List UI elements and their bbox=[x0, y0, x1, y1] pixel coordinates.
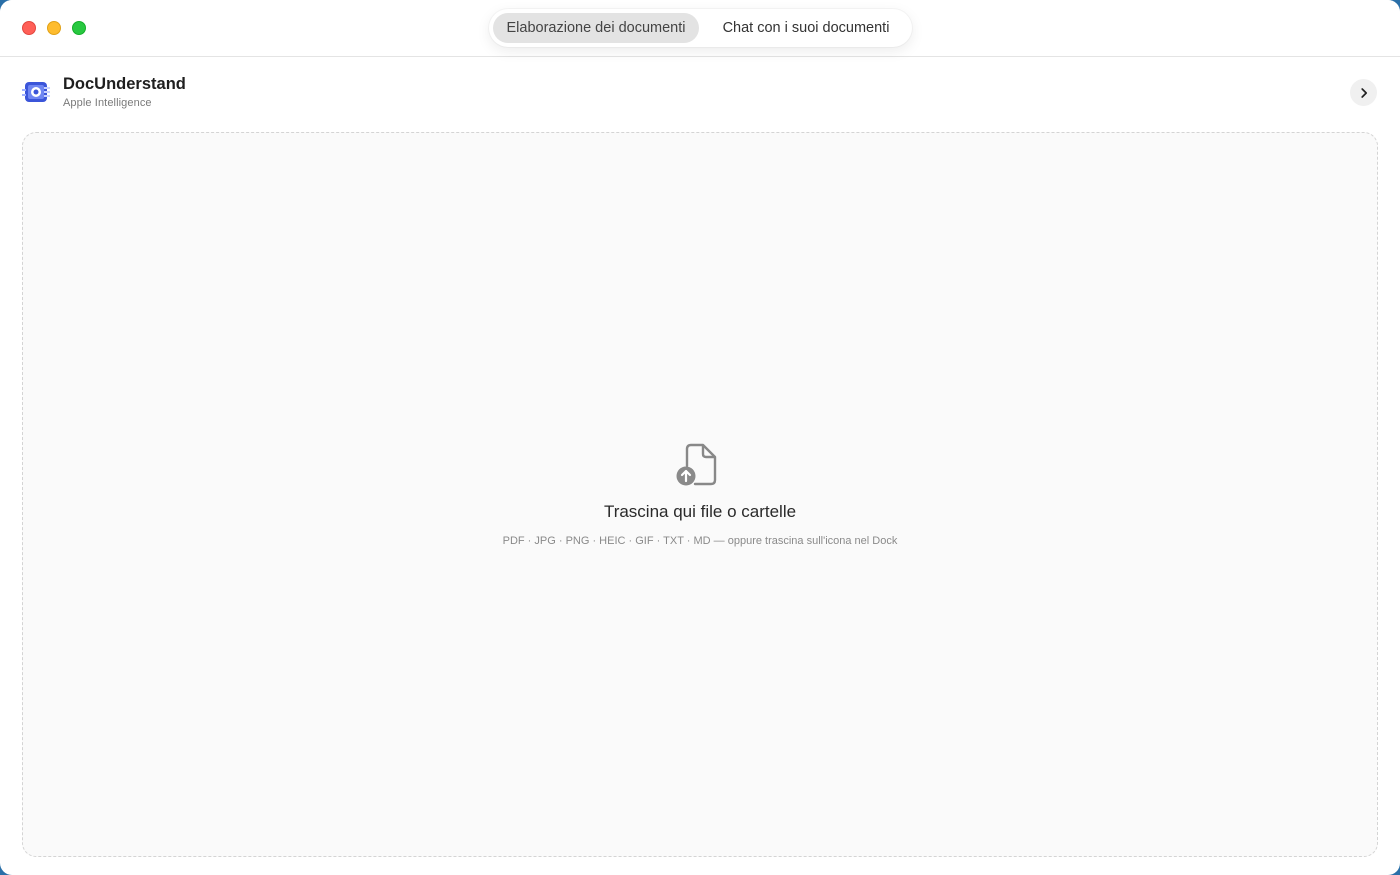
drop-zone-title: Trascina qui file o cartelle bbox=[603, 502, 797, 521]
chevron-right-icon bbox=[1360, 87, 1367, 98]
file-drop-zone[interactable] bbox=[22, 132, 1378, 857]
mode-segmented-control: Elaborazione dei documenti Chat con i su… bbox=[489, 9, 912, 47]
app-title: DocUnderstand bbox=[63, 75, 186, 93]
app-window: Elaborazione dei documenti Chat con i su… bbox=[0, 0, 1400, 875]
maximize-window-button[interactable] bbox=[72, 21, 86, 35]
minimize-window-button[interactable] bbox=[47, 21, 61, 35]
tab-document-processing[interactable]: Elaborazione dei documenti bbox=[493, 13, 699, 43]
document-upload-icon bbox=[675, 442, 719, 488]
title-bar: Elaborazione dei documenti Chat con i su… bbox=[0, 0, 1400, 57]
drop-zone-subtitle: PDF · JPG · PNG · HEIC · GIF · TXT · MD … bbox=[502, 535, 898, 547]
close-window-button[interactable] bbox=[22, 21, 36, 35]
expand-panel-button[interactable] bbox=[1350, 79, 1377, 106]
app-logo-icon bbox=[22, 79, 52, 107]
tab-chat-documents[interactable]: Chat con i suoi documenti bbox=[705, 13, 907, 43]
app-subtitle: Apple Intelligence bbox=[63, 97, 152, 109]
